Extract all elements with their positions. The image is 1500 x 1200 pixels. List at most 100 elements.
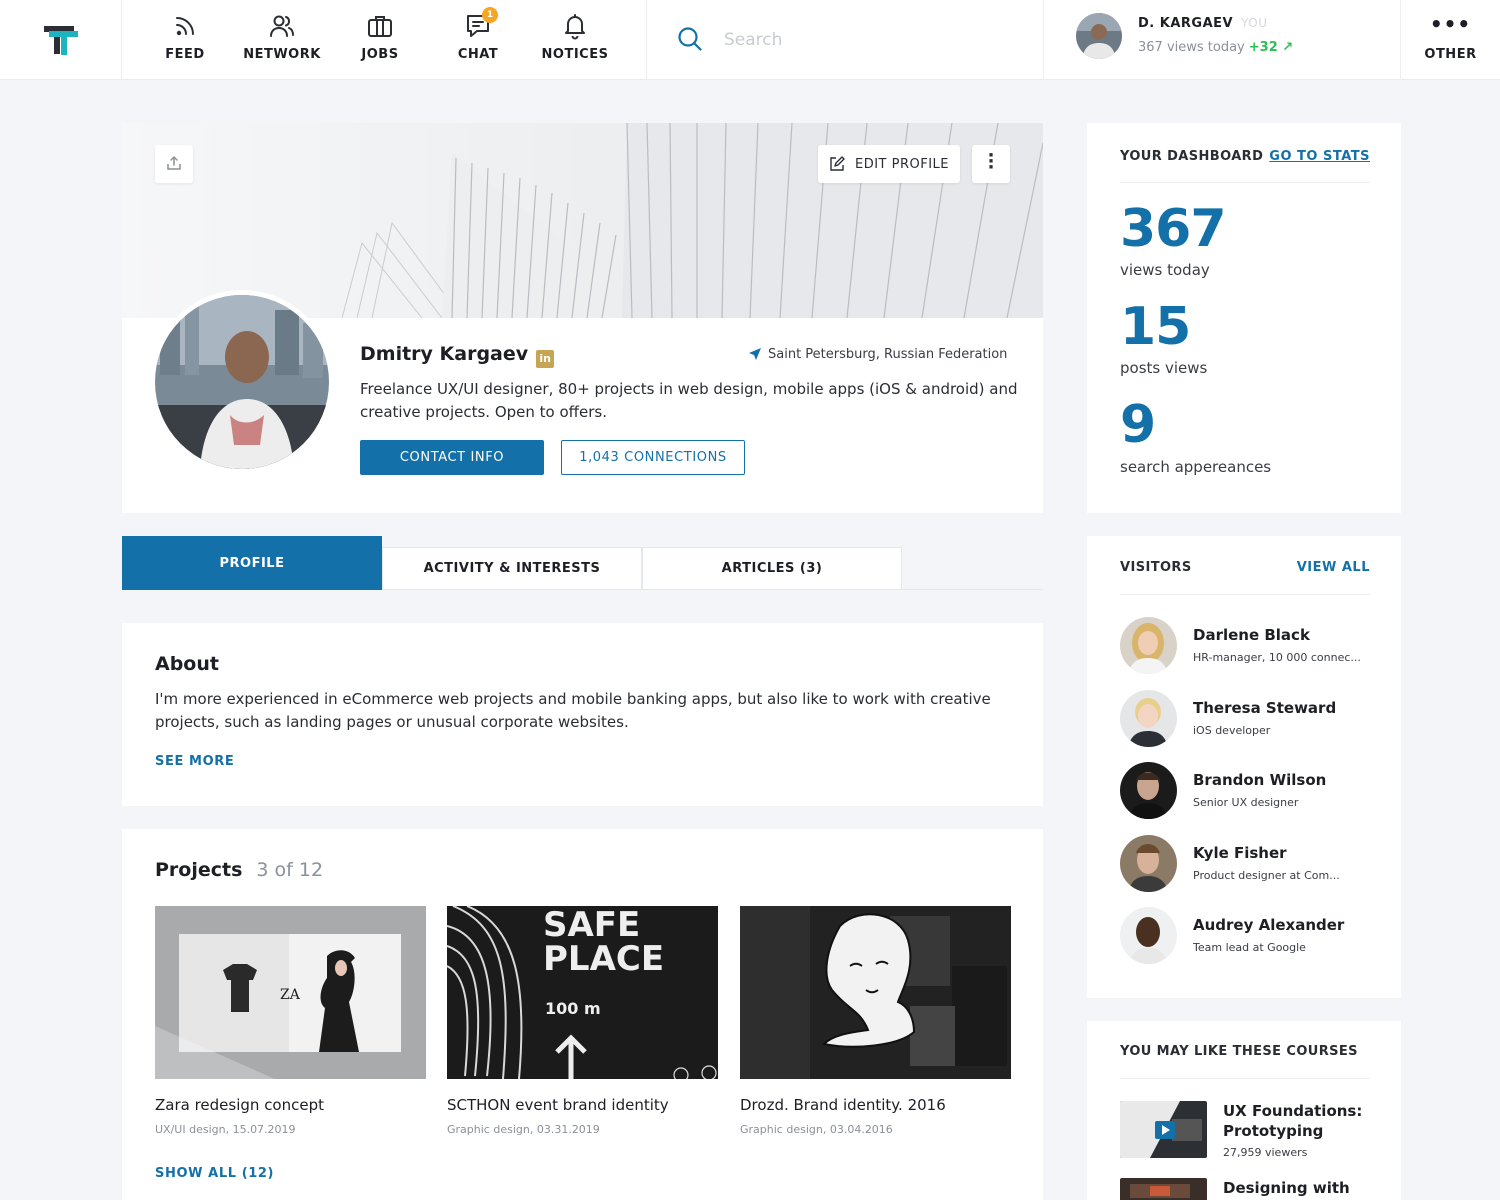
nav-feed[interactable]: FEED [136,0,234,80]
visitor-item[interactable]: Darlene Black HR-manager, 10 000 connec.… [1120,617,1380,675]
views-delta: +32 ↗ [1248,40,1294,55]
visitors-card: VISITORS VIEW ALL Darlene Black HR-manag… [1087,536,1401,998]
course-thumbnail [1120,1178,1207,1200]
visitor-avatar [1120,835,1177,892]
project-title: Zara redesign concept [155,1096,324,1114]
visitor-role: HR-manager, 10 000 connec... [1193,651,1361,664]
upload-icon [167,155,181,170]
visitor-item[interactable]: Audrey Alexander Team lead at Google [1120,907,1380,965]
profile-headline: Freelance UX/UI designer, 80+ projects i… [360,380,1018,421]
dashboard-title: YOUR DASHBOARD [1120,149,1264,164]
project-meta: Graphic design, 03.31.2019 [447,1123,600,1136]
nav-notices[interactable]: NOTICES [526,0,624,80]
posts-views-label: posts views [1120,359,1208,377]
rss-icon [176,17,194,36]
you-label: YOU [1241,16,1268,30]
visitor-role: iOS developer [1193,724,1271,737]
profile-more-button[interactable]: · · · [972,145,1010,183]
project-meta: Graphic design, 03.04.2016 [740,1123,893,1136]
course-viewers: 27,959 viewers [1223,1146,1308,1159]
courses-title: YOU MAY LIKE THESE COURSES [1120,1044,1358,1059]
profile-avatar-frame [150,290,334,474]
nav-divider [1043,0,1044,80]
project-card[interactable]: Drozd. Brand identity. 2016 Graphic desi… [740,906,1011,1136]
project-meta: UX/UI design, 15.07.2019 [155,1123,296,1136]
divider [1120,594,1370,595]
profile-name: Dmitry Kargaev in [360,343,555,368]
about-section: About I'm more experienced in eCommerce … [122,623,1043,806]
project-card[interactable]: SAFE PLACE 100 m SCTHON event brand iden… [447,906,718,1136]
nav-chat-label: CHAT [457,47,499,62]
divider [1120,1078,1370,1079]
see-more-link[interactable]: SEE MORE [155,754,234,769]
current-user-name[interactable]: D. KARGAEV YOU [1138,16,1267,31]
nav-other-label: OTHER [1424,47,1477,62]
share-profile-button[interactable] [155,145,193,183]
view-all-visitors-link[interactable]: VIEW ALL [1297,560,1370,575]
tab-articles[interactable]: ARTICLES (3) [642,547,902,590]
tab-profile[interactable]: PROFILE [122,536,382,590]
briefcase-icon [368,16,392,37]
nav-chat[interactable]: 1 CHAT [429,0,527,80]
visitor-avatar [1120,907,1177,964]
visitors-title: VISITORS [1120,560,1192,575]
show-all-projects-link[interactable]: SHOW ALL (12) [155,1166,274,1181]
visitor-item[interactable]: Theresa Steward iOS developer [1120,690,1380,748]
edit-profile-button[interactable]: EDIT PROFILE [818,145,960,183]
project-thumbnail: ZA [155,906,426,1079]
project-thumbnail [740,906,1011,1079]
project-card[interactable]: ZA Zara redesign concept UX/UI design, 1… [155,906,426,1136]
course-title: UX Foundations: Prototyping [1223,1102,1363,1140]
logo-icon [44,26,78,55]
current-user-avatar[interactable] [1076,13,1122,59]
nav-network[interactable]: NETWORK [233,0,331,80]
nav-jobs[interactable]: JOBS [331,0,429,80]
search-icon[interactable] [676,25,704,53]
course-title: Designing with [1223,1179,1350,1197]
current-user-views: 367 views today +32 ↗ [1138,40,1293,55]
zara-logo-text: ZA [280,987,301,1003]
visitor-name: Theresa Steward [1193,699,1337,717]
search-input[interactable] [724,22,1004,58]
nav-feed-label: FEED [165,47,205,62]
visitor-avatar [1120,690,1177,747]
visitor-name: Audrey Alexander [1193,916,1345,934]
nav-network-label: NETWORK [243,47,321,62]
projects-section: Projects 3 of 12 ZA Zara redesign concept… [122,829,1043,1200]
connections-button[interactable]: 1,043 CONNECTIONS [561,440,745,475]
profile-tabs: PROFILE ACTIVITY & INTERESTS ARTICLES (3… [122,536,1043,590]
location-arrow-icon [749,348,761,360]
visitor-role: Senior UX designer [1193,796,1299,809]
place-text: PLACE [543,939,664,979]
nav-other[interactable]: ••• OTHER [1400,0,1500,80]
dashboard-card: YOUR DASHBOARD GO TO STATS 367 views tod… [1087,123,1401,513]
search-box [676,22,1006,58]
visitor-name: Darlene Black [1193,626,1310,644]
tab-activity-interests[interactable]: ACTIVITY & INTERESTS [382,547,642,590]
profile-location-text: Saint Petersburg, Russian Federation [768,347,1008,362]
chat-unread-badge: 1 [482,7,498,23]
projects-header: Projects 3 of 12 [155,859,323,881]
views-today-label: views today [1120,261,1210,279]
visitor-item[interactable]: Kyle Fisher Product designer at Com... [1120,835,1380,893]
linkedin-icon[interactable]: in [536,350,555,368]
project-title: SCTHON event brand identity [447,1096,669,1114]
contact-info-button[interactable]: CONTACT INFO [360,440,544,475]
about-title: About [155,653,219,675]
profile-avatar[interactable] [155,295,329,469]
profile-location: Saint Petersburg, Russian Federation [748,347,1007,362]
nav-jobs-label: JOBS [361,47,399,62]
nav-divider [646,0,647,80]
visitor-name: Brandon Wilson [1193,771,1327,789]
profile-cover-image: EDIT PROFILE · · · [122,123,1043,318]
edit-profile-label: EDIT PROFILE [855,157,950,172]
more-horizontal-icon: ••• [1429,12,1472,36]
app-logo[interactable] [0,0,122,80]
profile-name-text: Dmitry Kargaev [360,343,529,365]
course-thumbnail [1120,1101,1207,1158]
project-thumbnail: SAFE PLACE 100 m [447,906,718,1079]
visitor-item[interactable]: Brandon Wilson Senior UX designer [1120,762,1380,820]
visitor-avatar [1120,617,1177,674]
projects-count: 3 of 12 [256,859,324,881]
go-to-stats-link[interactable]: GO TO STATS [1269,149,1370,164]
